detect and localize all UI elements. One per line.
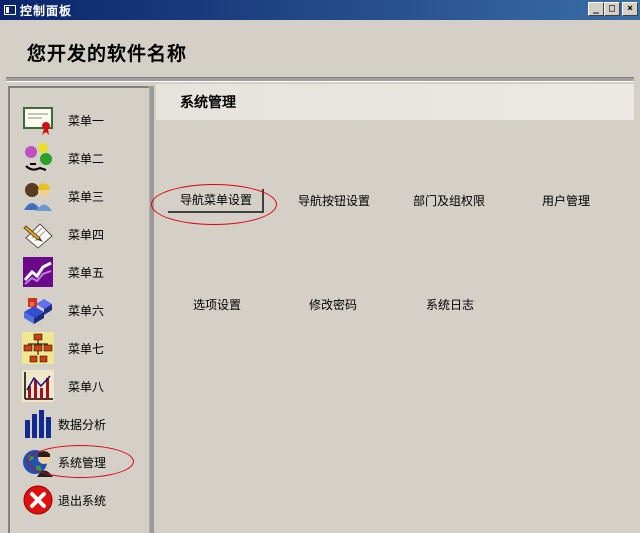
sidebar-item-menu5[interactable]: 菜单五 [22, 254, 104, 290]
sidebar-item-menu6[interactable]: 菜单六 [22, 292, 104, 328]
main-panel-title: 系统管理 [180, 95, 236, 111]
app-menu-icon[interactable] [4, 5, 16, 15]
header-divider [6, 78, 634, 82]
sidebar-item-label: 菜单六 [68, 303, 105, 318]
close-button[interactable]: × [622, 2, 638, 16]
app-name: 您开发的软件名称 [27, 43, 188, 65]
window-title: 控制面板 [20, 3, 73, 18]
sidebar-item-menu4[interactable]: 菜单四 [22, 216, 104, 252]
header-banner: 您开发的软件名称 [6, 22, 634, 78]
sidebar-item-menu2[interactable]: 菜单二 [22, 140, 104, 176]
people-icon [22, 180, 54, 212]
sidebar-item-menu3[interactable]: 菜单三 [22, 178, 104, 214]
sidebar-item-label: 菜单八 [68, 379, 105, 394]
sidebar-item-menu1[interactable]: 菜单一 [22, 102, 104, 138]
sidebar-item-label: 退出系统 [58, 493, 107, 508]
main-panel-header: 系统管理 [156, 84, 634, 120]
system-log-button[interactable]: 系统日志 [426, 296, 474, 313]
blocks-icon [22, 294, 54, 326]
sidebar-item-exit[interactable]: 退出系统 [22, 482, 106, 518]
sidebar-item-label: 菜单四 [68, 227, 105, 242]
trend-chart-icon [22, 256, 54, 288]
certificate-icon [22, 104, 54, 136]
org-chart-icon [22, 332, 54, 364]
sidebar-item-label: 数据分析 [58, 417, 107, 432]
change-password-button[interactable]: 修改密码 [309, 296, 357, 313]
bars-icon [22, 408, 54, 440]
window-controls: _ □ × [588, 2, 638, 16]
notepad-pencil-icon [22, 218, 54, 250]
minimize-button[interactable]: _ [588, 2, 604, 16]
sidebar-item-label: 菜单三 [68, 189, 105, 204]
bar-chart-icon [22, 370, 54, 402]
sidebar-item-label: 菜单二 [68, 151, 105, 166]
nav-button-settings-button[interactable]: 导航按钮设置 [298, 192, 370, 209]
sidebar-item-menu8[interactable]: 菜单八 [22, 368, 104, 404]
colored-balls-icon [22, 142, 54, 174]
maximize-button[interactable]: □ [604, 2, 620, 16]
sidebar-item-label: 菜单七 [68, 341, 105, 356]
options-settings-button[interactable]: 选项设置 [193, 296, 241, 313]
dept-group-permissions-button[interactable]: 部门及组权限 [413, 192, 485, 209]
sidebar-divider [149, 86, 154, 533]
highlight-ellipse [151, 184, 277, 225]
exit-x-icon [22, 484, 54, 516]
highlight-ellipse [27, 445, 134, 478]
user-management-button[interactable]: 用户管理 [542, 192, 590, 209]
sidebar-item-label: 菜单一 [68, 113, 105, 128]
sidebar-item-data-analysis[interactable]: 数据分析 [22, 406, 106, 442]
title-bar[interactable]: 控制面板 _ □ × [0, 0, 640, 20]
sidebar-item-label: 菜单五 [68, 265, 105, 280]
sidebar-item-menu7[interactable]: 菜单七 [22, 330, 104, 366]
